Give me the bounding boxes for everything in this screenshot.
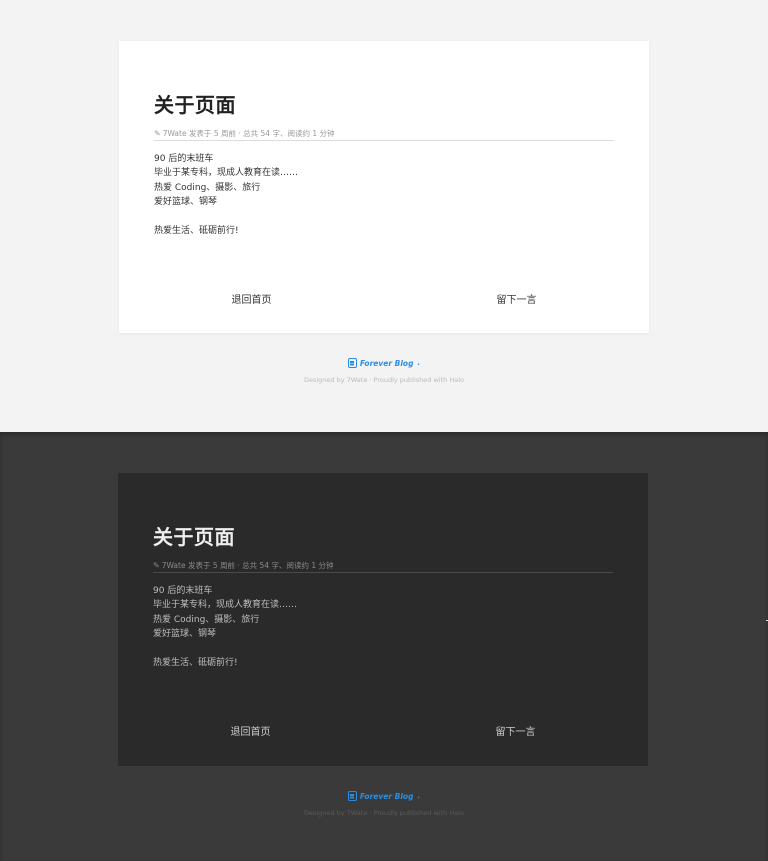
back-home-link[interactable]: 退回首页 xyxy=(119,291,384,306)
about-card: 关于页面 ✎ 7Wate 发表于 5 周前 · 总共 54 字、阅读约 1 分钟… xyxy=(118,473,648,766)
footer-brand[interactable]: Forever Blog . xyxy=(347,358,421,368)
blog-logo-icon xyxy=(347,791,357,801)
post-content: 90 后的末班车 毕业于某专科，现成人教育在读…… 热爱 Coding、摄影、旅… xyxy=(153,584,613,670)
page-title: 关于页面 xyxy=(153,525,235,549)
footer-brand[interactable]: Forever Blog . xyxy=(347,791,421,801)
pen-icon: ✎ xyxy=(153,561,160,570)
pen-icon: ✎ xyxy=(154,129,161,138)
content-line: 毕业于某专科，现成人教育在读…… xyxy=(154,168,299,179)
site-footer: Forever Blog . Designed by 7Wate · Proud… xyxy=(0,353,768,384)
footer-brand-name: Forever Blog xyxy=(359,791,414,801)
post-meta: ✎ 7Wate 发表于 5 周前 · 总共 54 字、阅读约 1 分钟 xyxy=(154,129,614,141)
content-line: 热爱 Coding、摄影、旅行 xyxy=(154,182,261,193)
content-line: 爱好篮球、钢琴 xyxy=(153,629,217,640)
footer-brand-suffix: . xyxy=(417,792,421,800)
footer-credits: Designed by 7Wate · Proudly published wi… xyxy=(303,376,464,384)
content-line: 爱好篮球、钢琴 xyxy=(154,197,218,208)
back-home-link[interactable]: 退回首页 xyxy=(118,723,383,738)
page-title: 关于页面 xyxy=(154,93,236,117)
content-line: 毕业于某专科，现成人教育在读…… xyxy=(153,600,298,611)
post-meta-text: 7Wate 发表于 5 周前 · 总共 54 字、阅读约 1 分钟 xyxy=(161,561,334,570)
blog-logo-icon xyxy=(347,358,357,368)
content-motto: 热爱生活、砥砺前行! xyxy=(154,226,239,237)
post-meta-text: 7Wate 发表于 5 周前 · 总共 54 字、阅读约 1 分钟 xyxy=(162,129,335,138)
about-card: 关于页面 ✎ 7Wate 发表于 5 周前 · 总共 54 字、阅读约 1 分钟… xyxy=(119,41,649,333)
footer-brand-suffix: . xyxy=(417,359,421,367)
post-meta: ✎ 7Wate 发表于 5 周前 · 总共 54 字、阅读约 1 分钟 xyxy=(153,561,613,573)
footer-credits: Designed by 7Wate · Proudly published wi… xyxy=(303,809,464,817)
post-content: 90 后的末班车 毕业于某专科，现成人教育在读…… 热爱 Coding、摄影、旅… xyxy=(154,152,614,238)
light-theme-preview: 关于页面 ✎ 7Wate 发表于 5 周前 · 总共 54 字、阅读约 1 分钟… xyxy=(0,0,768,432)
content-line: 热爱 Coding、摄影、旅行 xyxy=(153,614,260,625)
content-line: 90 后的末班车 xyxy=(154,154,214,164)
post-actions: 退回首页 留下一言 xyxy=(119,291,649,306)
leave-comment-link[interactable]: 留下一言 xyxy=(384,291,649,306)
footer-brand-name: Forever Blog xyxy=(359,358,414,368)
site-footer: Forever Blog . Designed by 7Wate · Proud… xyxy=(0,786,768,817)
content-motto: 热爱生活、砥砺前行! xyxy=(153,658,238,669)
content-line: 90 后的末班车 xyxy=(153,586,213,596)
leave-comment-link[interactable]: 留下一言 xyxy=(383,723,648,738)
dark-theme-preview: 关于页面 ✎ 7Wate 发表于 5 周前 · 总共 54 字、阅读约 1 分钟… xyxy=(0,432,768,861)
post-actions: 退回首页 留下一言 xyxy=(118,723,648,738)
